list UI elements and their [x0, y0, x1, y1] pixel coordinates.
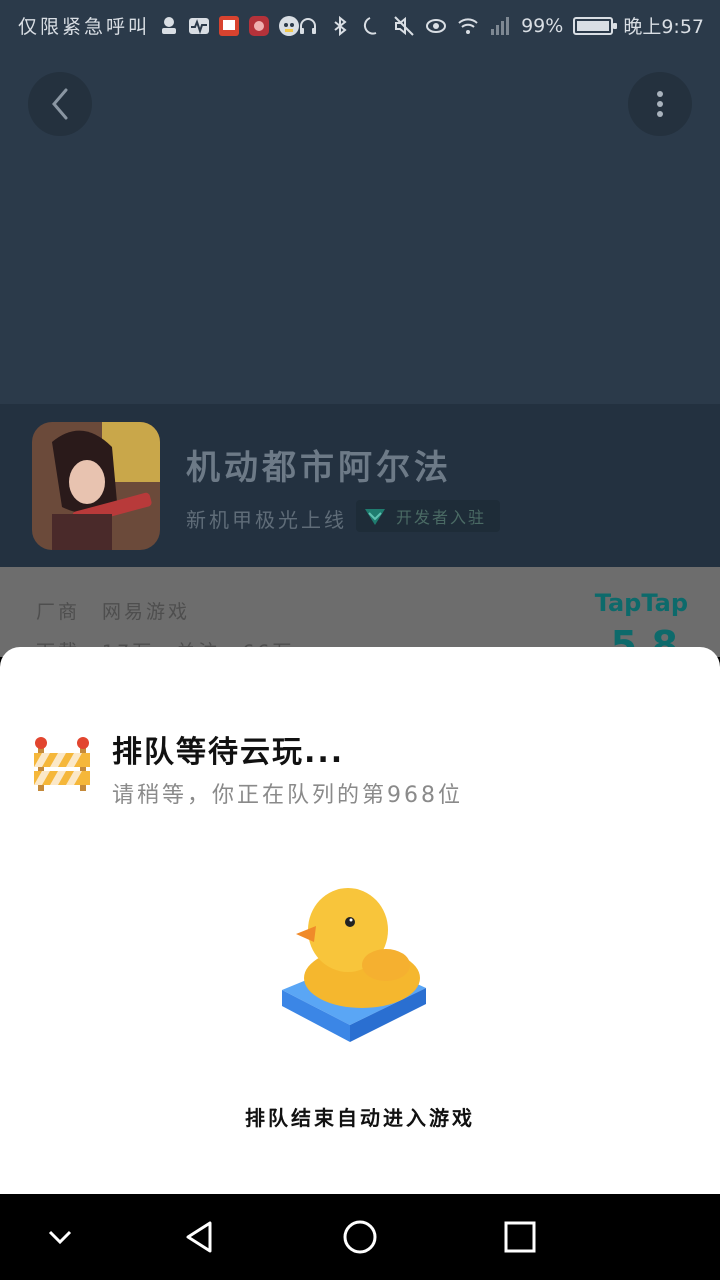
- activity-icon: [188, 15, 210, 37]
- taptap-logo: TapTap: [594, 589, 688, 617]
- rubber-duck-icon: [280, 880, 430, 1050]
- eye-icon: [425, 15, 447, 37]
- game-info: 厂商 网易游戏 下载 17万 关注 66万 TapTap 5.8: [0, 567, 720, 667]
- hero-area: [0, 48, 720, 404]
- more-button[interactable]: [628, 72, 692, 136]
- queue-footer-text: 排队结束自动进入游戏: [245, 1106, 475, 1130]
- vendor-row: 厂商 网易游戏: [36, 597, 190, 624]
- status-left: 仅限紧急呼叫: [18, 12, 300, 39]
- barrier-icon: [32, 735, 92, 795]
- app-notification-icon: [248, 15, 270, 37]
- carrier-text: 仅限紧急呼叫: [18, 16, 151, 38]
- triangle-back-icon: [186, 1221, 212, 1253]
- game-artwork-icon: [32, 422, 160, 550]
- headset-icon: [297, 15, 319, 37]
- bluetooth-icon: [329, 15, 351, 37]
- circle-home-icon: [343, 1220, 377, 1254]
- developer-badge-label: 开发者入驻: [396, 508, 487, 527]
- queue-position: 请稍等，你正在队列的第968位: [112, 783, 463, 808]
- nav-back-button[interactable]: [178, 1215, 222, 1259]
- signal-icon: [489, 15, 511, 37]
- nav-recents-button[interactable]: [498, 1215, 542, 1259]
- app-screen: 仅限紧急呼叫 99% 晚上9:57 机动都市阿尔法 新机甲极光上线 开发者入驻 …: [0, 0, 720, 1280]
- battery-icon: [573, 16, 618, 35]
- mute-icon: [393, 15, 415, 37]
- vendor-value: 网易游戏: [102, 601, 191, 623]
- status-bar: 仅限紧急呼叫 99% 晚上9:57: [0, 0, 720, 48]
- diamond-icon: [365, 509, 385, 525]
- back-button[interactable]: [28, 72, 92, 136]
- queue-title: 排队等待云玩...: [112, 735, 345, 770]
- game-icon[interactable]: [32, 422, 160, 550]
- game-tagline: 新机甲极光上线: [186, 508, 347, 532]
- vendor-label: 厂商: [36, 601, 81, 623]
- battery-percent: 99%: [521, 14, 564, 37]
- moon-icon: [361, 15, 383, 37]
- navigation-bar: [0, 1194, 720, 1280]
- collapse-button[interactable]: [38, 1215, 82, 1259]
- listen-app-icon: [218, 15, 240, 37]
- square-recents-icon: [504, 1221, 536, 1253]
- more-vertical-icon: [657, 91, 663, 117]
- battery-fill: [577, 20, 609, 31]
- wifi-icon: [457, 15, 479, 37]
- queue-sheet: 排队等待云玩... 请稍等，你正在队列的第968位 排队结束自动进入游戏: [0, 647, 720, 1194]
- game-header: 机动都市阿尔法 新机甲极光上线 开发者入驻: [0, 404, 720, 567]
- game-title: 机动都市阿尔法: [186, 448, 452, 488]
- developer-badge[interactable]: 开发者入驻: [356, 500, 501, 532]
- clock: 晚上9:57: [623, 16, 704, 38]
- status-right: 99% 晚上9:57: [297, 12, 704, 39]
- nav-home-button[interactable]: [338, 1215, 382, 1259]
- chevron-down-icon: [48, 1230, 72, 1245]
- notification-icon: [158, 15, 180, 37]
- chevron-left-icon: [52, 88, 68, 120]
